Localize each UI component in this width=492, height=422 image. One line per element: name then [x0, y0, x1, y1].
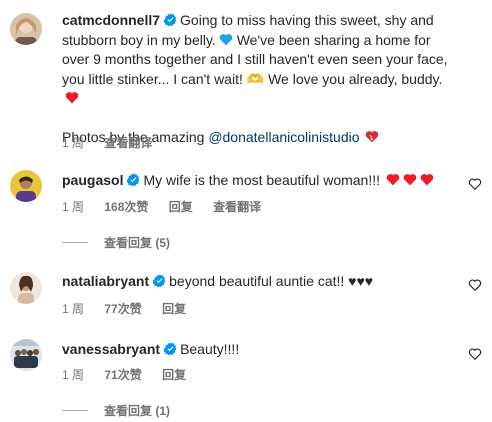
see-translation-button[interactable]: 查看翻译 [213, 200, 261, 214]
comment-body: beyond beautiful auntie cat!! ♥♥♥ [169, 273, 374, 289]
red-heart-icon [65, 92, 79, 104]
verified-badge-icon [127, 173, 140, 186]
comment-meta: 1 周 77次赞 回复 [62, 300, 203, 317]
divider [62, 410, 88, 411]
heart-outline-icon[interactable] [468, 278, 482, 292]
view-replies-label: 查看回复 (5) [104, 236, 171, 250]
timestamp: 1 周 [62, 200, 85, 214]
verified-badge-icon [164, 13, 177, 26]
comment-item: vanessabryant Beauty!!!! 1 周 71次赞 回复 查看回复… [0, 330, 492, 422]
red-heart-icon [420, 174, 434, 186]
view-replies-button[interactable]: 查看回复 (1) [62, 402, 170, 419]
verified-badge-icon [164, 342, 177, 355]
see-translation-button[interactable]: 查看翻译 [104, 136, 152, 150]
comment-body: My wife is the most beautiful woman!!! [143, 172, 381, 188]
like-count[interactable]: 71次赞 [104, 368, 141, 382]
timestamp: 1 周 [62, 136, 85, 150]
timestamp: 1 周 [62, 302, 85, 316]
username[interactable]: paugasol [62, 172, 123, 188]
username[interactable]: vanessabryant [62, 341, 160, 357]
username[interactable]: nataliabryant [62, 273, 149, 289]
reply-button[interactable]: 回复 [169, 200, 193, 214]
comment-text: vanessabryant Beauty!!!! [62, 340, 452, 360]
like-count[interactable]: 168次赞 [104, 200, 148, 214]
avatar[interactable] [10, 272, 42, 304]
heart-outline-icon[interactable] [468, 347, 482, 361]
view-replies-button[interactable]: 查看回复 (5) [62, 234, 170, 251]
view-replies-label: 查看回复 (1) [104, 404, 171, 418]
reply-button[interactable]: 回复 [162, 368, 186, 382]
divider [62, 242, 88, 243]
caption-meta: 1 周 查看翻译 [62, 134, 169, 151]
avatar[interactable] [10, 339, 42, 371]
comment-item: nataliabryant beyond beautiful auntie cat… [0, 260, 492, 330]
red-heart-icon [403, 174, 417, 186]
comment-text: nataliabryant beyond beautiful auntie cat… [62, 272, 452, 292]
heart-outline-icon[interactable] [468, 177, 482, 191]
username[interactable]: catmcdonnell7 [62, 12, 160, 28]
verified-badge-icon [153, 274, 166, 287]
like-count[interactable]: 77次赞 [104, 302, 141, 316]
avatar[interactable] [10, 170, 42, 202]
avatar[interactable] [10, 13, 42, 45]
blue-heart-icon [219, 33, 233, 45]
comment-body: Beauty!!!! [180, 341, 240, 357]
caption-text: catmcdonnell7 Going to miss having this s… [62, 11, 456, 147]
mention-link[interactable]: @donatellanicolinistudio [208, 129, 359, 145]
comment-text: paugasol My wife is the most beautiful wo… [62, 171, 452, 191]
red-heart-icon [386, 174, 400, 186]
caption-block: catmcdonnell7 Going to miss having this s… [0, 0, 492, 150]
timestamp: 1 周 [62, 368, 85, 382]
comment-meta: 1 周 71次赞 回复 [62, 366, 203, 383]
comment-item: paugasol My wife is the most beautiful wo… [0, 160, 492, 260]
mending-heart-icon [365, 130, 378, 142]
reply-button[interactable]: 回复 [162, 302, 186, 316]
comment-meta: 1 周 168次赞 回复 查看翻译 [62, 198, 278, 215]
